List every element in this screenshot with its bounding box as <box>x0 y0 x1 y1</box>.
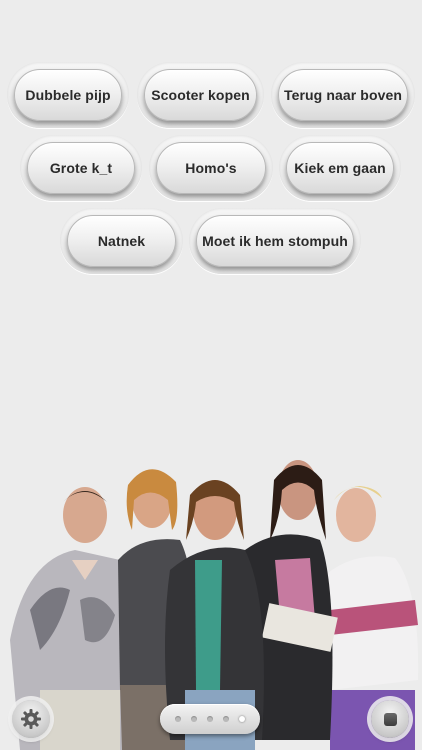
stop-button[interactable] <box>371 700 409 738</box>
page-indicator[interactable] <box>160 704 260 734</box>
sound-button-homos[interactable]: Homo's <box>156 142 266 194</box>
page-dot-4[interactable] <box>223 716 229 722</box>
page-dot-5[interactable] <box>239 716 245 722</box>
sound-button-moet-ik-hem-stompuh[interactable]: Moet ik hem stompuh <box>196 215 354 267</box>
page-dot-2[interactable] <box>191 716 197 722</box>
page-dot-3[interactable] <box>207 716 213 722</box>
gear-icon <box>21 709 41 729</box>
sound-button-kiek-em-gaan[interactable]: Kiek em gaan <box>286 142 394 194</box>
stop-icon <box>383 712 397 726</box>
sound-button-dubbele-pijp[interactable]: Dubbele pijp <box>14 69 122 121</box>
sound-button-natnek[interactable]: Natnek <box>67 215 176 267</box>
sound-button-scooter-kopen[interactable]: Scooter kopen <box>144 69 257 121</box>
settings-button[interactable] <box>12 700 50 738</box>
sound-button-grote-k[interactable]: Grote k_t <box>27 142 135 194</box>
page-dot-1[interactable] <box>175 716 181 722</box>
sound-button-terug-naar-boven[interactable]: Terug naar boven <box>278 69 408 121</box>
